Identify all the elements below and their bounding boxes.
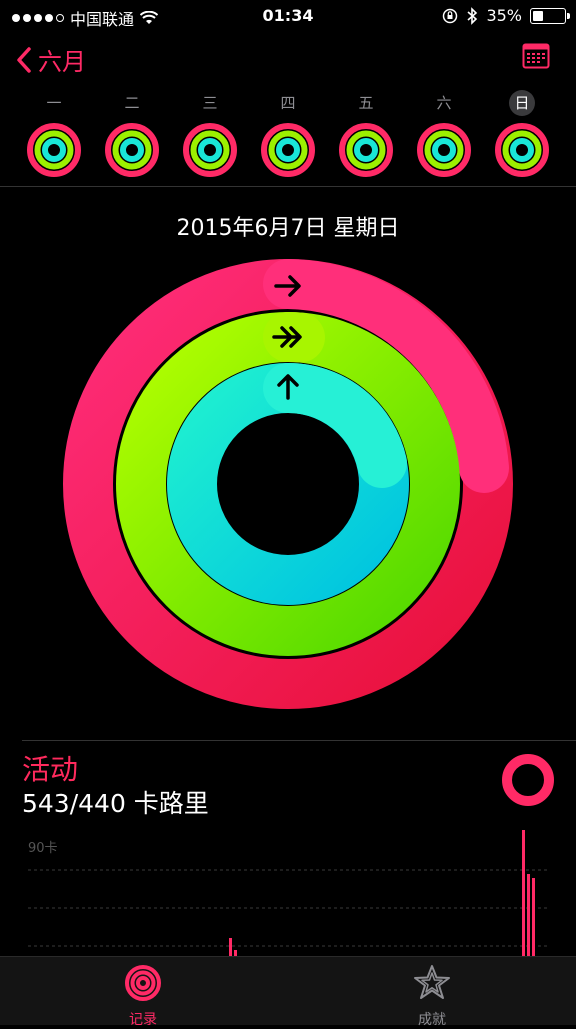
activity-value: 543/440 卡路里 <box>22 789 209 818</box>
chart-bar <box>229 938 232 956</box>
mini-activity-rings-icon <box>261 123 315 177</box>
chart-bar <box>532 878 535 956</box>
tab-records[interactable]: 记录 <box>103 963 183 1029</box>
hourly-chart <box>28 830 548 956</box>
activity-detail-button[interactable] <box>500 752 556 808</box>
week-day-1[interactable]: 一 <box>24 90 84 178</box>
status-bar: 中国联通 01:34 35% <box>0 0 576 32</box>
activity-title: 活动 <box>22 753 79 786</box>
back-button[interactable]: 六月 <box>16 42 86 77</box>
week-day-label: 一 <box>24 90 84 116</box>
week-day-label: 日 <box>492 90 552 116</box>
week-day-5[interactable]: 五 <box>336 90 396 178</box>
calendar-icon[interactable] <box>522 42 550 70</box>
week-day-6[interactable]: 六 <box>414 90 474 178</box>
week-day-label: 三 <box>180 90 240 116</box>
week-day-text: 四 <box>280 94 296 112</box>
chart-bar <box>522 830 525 956</box>
mini-activity-rings-icon <box>27 123 81 177</box>
mini-activity-rings-icon <box>339 123 393 177</box>
chart-bar <box>527 874 530 956</box>
week-day-text: 五 <box>358 94 374 112</box>
week-day-text: 三 <box>202 94 218 112</box>
activity-rings-icon <box>125 965 161 1001</box>
tab-records-label: 记录 <box>129 1012 157 1028</box>
week-day-text: 六 <box>436 94 452 112</box>
chevron-left-icon <box>17 46 31 73</box>
tab-achievements-label: 成就 <box>418 1012 446 1028</box>
week-strip: 一二三四五六日 <box>0 90 576 187</box>
week-day-label: 五 <box>336 90 396 116</box>
week-day-text: 一 <box>46 94 62 112</box>
week-day-label: 二 <box>102 90 162 116</box>
week-day-3[interactable]: 三 <box>180 90 240 178</box>
tab-bar: 记录 成就 <box>0 956 576 1028</box>
section-divider <box>22 740 576 741</box>
star-award-icon <box>414 965 450 999</box>
chart-y-label: 90卡 <box>28 841 58 856</box>
status-right: 35% <box>442 6 570 25</box>
nav-bar: 六月 <box>0 32 576 90</box>
back-label: 六月 <box>38 48 86 76</box>
week-day-text: 日 <box>509 90 535 116</box>
battery-percent: 35% <box>486 6 522 25</box>
battery-icon <box>530 7 570 24</box>
week-day-4[interactable]: 四 <box>258 90 318 178</box>
tab-achievements[interactable]: 成就 <box>392 963 472 1029</box>
week-day-2[interactable]: 二 <box>102 90 162 178</box>
week-day-label: 四 <box>258 90 318 116</box>
stand-ring-overlap <box>263 362 407 488</box>
week-day-label: 六 <box>414 90 474 116</box>
date-title: 2015年6月7日 星期日 <box>176 216 400 241</box>
week-day-7[interactable]: 日 <box>492 90 552 178</box>
activity-rings[interactable] <box>62 258 514 710</box>
mini-activity-rings-icon <box>495 123 549 177</box>
week-day-text: 二 <box>124 94 140 112</box>
orientation-lock-icon <box>443 8 458 23</box>
mini-activity-rings-icon <box>105 123 159 177</box>
bluetooth-icon <box>467 6 478 25</box>
mini-activity-rings-icon <box>417 123 471 177</box>
mini-activity-rings-icon <box>183 123 237 177</box>
